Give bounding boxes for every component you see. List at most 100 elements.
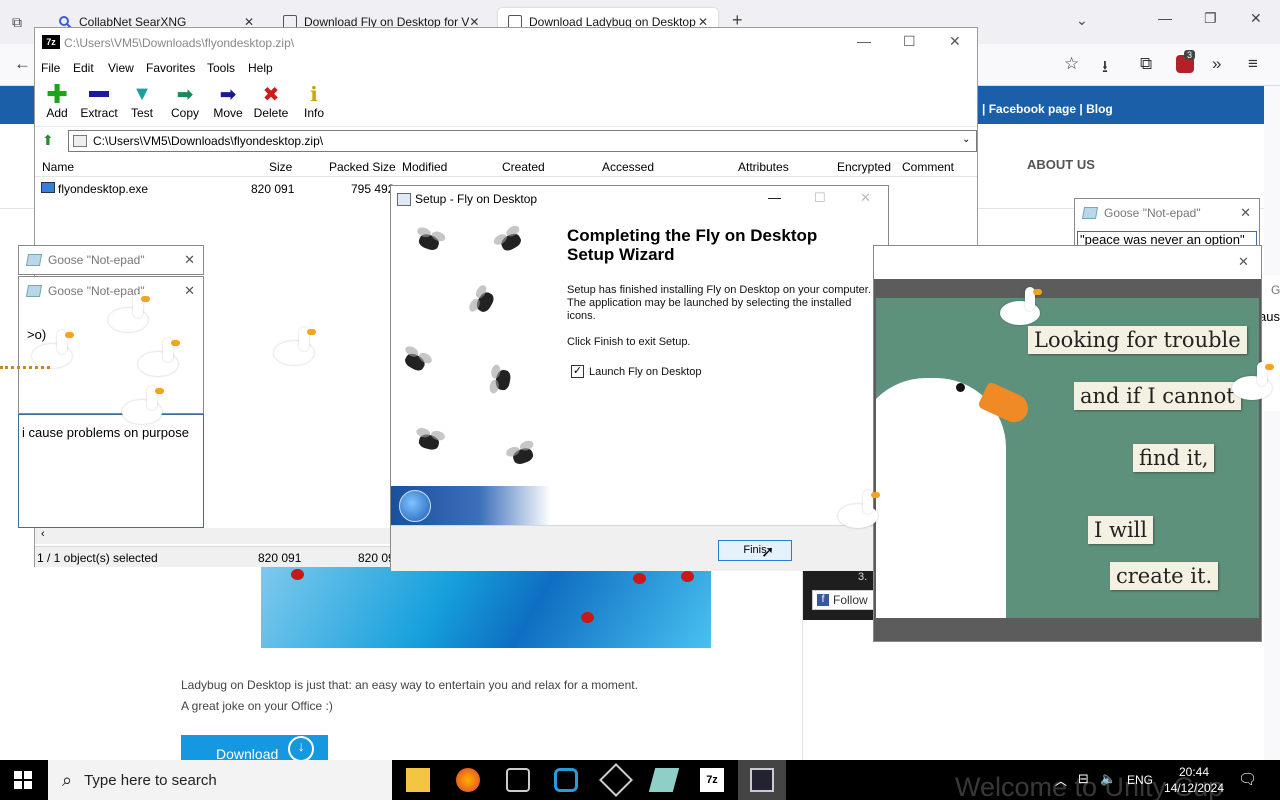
page-scrollbar[interactable] xyxy=(1264,86,1280,760)
goose-sprite[interactable] xyxy=(108,292,154,334)
col-packed-size[interactable]: Packed Size xyxy=(329,160,396,174)
title-bar[interactable]: Setup - Fly on Desktop — ☐ ✕ xyxy=(391,186,888,212)
window-title: C:\Users\VM5\Downloads\flyondesktop.zip\ xyxy=(64,36,295,50)
download-icon[interactable]: ⭳ xyxy=(1102,54,1108,83)
tab-list-icon[interactable]: ⧉ xyxy=(12,14,22,31)
tab-overflow-icon[interactable]: ⌄ xyxy=(1076,12,1088,29)
goose-sprite[interactable] xyxy=(138,336,184,378)
meme-line: Looking for trouble xyxy=(1028,326,1247,354)
extensions-icon[interactable]: ⧉ xyxy=(1140,54,1152,74)
col-attributes[interactable]: Attributes xyxy=(738,160,789,174)
file-packed-size: 795 492 xyxy=(351,182,395,196)
file-explorer-icon[interactable] xyxy=(406,768,430,792)
goose-sprite[interactable] xyxy=(1232,360,1278,402)
fly-icon xyxy=(498,230,524,254)
move-button[interactable]: ➡ Move xyxy=(206,82,250,121)
col-created[interactable]: Created xyxy=(502,160,545,174)
notepad-app-icon[interactable] xyxy=(648,768,680,792)
firefox-icon[interactable] xyxy=(456,768,480,792)
col-accessed[interactable]: Accessed xyxy=(602,160,654,174)
meme-line: and if I cannot xyxy=(1074,382,1241,410)
ladybug-icon xyxy=(633,573,646,584)
close-button[interactable]: ✕ xyxy=(1238,254,1249,270)
taskbar-search-box[interactable]: ⌕ Type here to search xyxy=(48,760,392,800)
info-button[interactable]: ℹ Info xyxy=(292,82,336,121)
col-modified[interactable]: Modified xyxy=(402,160,447,174)
title-bar[interactable]: ✕ xyxy=(874,246,1261,279)
description-text: Ladybug on Desktop is just that: an easy… xyxy=(181,678,638,692)
notification-icon[interactable]: 🗨 xyxy=(1238,770,1257,788)
copy-button[interactable]: ➡ Copy xyxy=(163,82,207,121)
minimize-button[interactable]: — xyxy=(1158,10,1172,26)
menu-file[interactable]: File xyxy=(41,61,60,75)
extract-icon xyxy=(77,82,121,106)
menu-help[interactable]: Help xyxy=(248,61,273,75)
bookmark-star-icon[interactable]: ☆ xyxy=(1064,54,1079,74)
minimize-button[interactable]: — xyxy=(857,33,871,49)
meme-line: find it, xyxy=(1133,444,1215,472)
title-bar[interactable]: Goose "Not-epad" ✕ xyxy=(19,246,203,274)
menu-view[interactable]: View xyxy=(108,61,134,75)
back-icon[interactable]: ← xyxy=(14,54,31,74)
goose-notepad-window: Goose "Not-epad" ✕ "peace was never an o… xyxy=(1074,198,1260,248)
header-links[interactable]: | Facebook page | Blog xyxy=(982,102,1113,116)
app-icon[interactable] xyxy=(554,768,578,792)
close-button[interactable]: ✕ xyxy=(1250,10,1262,27)
col-comment[interactable]: Comment xyxy=(902,160,954,174)
app-icon[interactable] xyxy=(599,763,633,797)
chevron-down-icon[interactable]: ⌄ xyxy=(962,134,970,145)
download-button[interactable]: Download ↓ xyxy=(181,735,328,762)
launch-label: Launch Fly on Desktop xyxy=(589,366,702,378)
delete-button[interactable]: ✖ Delete xyxy=(249,82,293,121)
installer-taskbar-icon[interactable] xyxy=(750,768,774,792)
add-button[interactable]: ✚ Add xyxy=(35,79,79,121)
menu-edit[interactable]: Edit xyxy=(73,61,94,75)
notepad-text-area[interactable]: i cause problems on purpose xyxy=(18,414,204,528)
launch-checkbox[interactable]: ✓ xyxy=(571,365,584,378)
col-name[interactable]: Name xyxy=(42,160,74,174)
meme-window: ✕ Looking for trouble and if I cannot fi… xyxy=(873,245,1262,642)
ladybug-icon xyxy=(681,571,694,582)
info-icon: ℹ xyxy=(310,83,318,106)
hero-image xyxy=(261,567,711,648)
goose-eye xyxy=(956,383,965,392)
exe-file-icon xyxy=(41,182,55,193)
maximize-button[interactable]: ☐ xyxy=(903,33,916,50)
goose-sprite[interactable] xyxy=(838,488,884,530)
close-button[interactable]: ✕ xyxy=(184,283,195,299)
goose-sprite[interactable] xyxy=(1000,285,1046,327)
app-icon[interactable] xyxy=(506,768,530,792)
minimize-button[interactable]: — xyxy=(768,190,781,205)
toolbar-label: Add xyxy=(46,106,68,120)
zip-file-icon xyxy=(73,135,87,147)
up-folder-icon[interactable]: ⬆ xyxy=(42,132,54,149)
toolbar: ✚ Add Extract ▼ Test ➡ Copy ➡ Move ✖ Del… xyxy=(35,78,977,127)
notepad-text[interactable]: i cause problems on purpose xyxy=(22,425,189,440)
sevenzip-taskbar-icon[interactable]: 7z xyxy=(700,768,724,792)
extract-button[interactable]: Extract xyxy=(77,82,121,120)
col-size[interactable]: Size xyxy=(269,160,292,174)
close-button[interactable]: ✕ xyxy=(1240,205,1251,221)
test-button[interactable]: ▼ Test xyxy=(120,82,164,121)
nav-about-us[interactable]: ABOUT US xyxy=(1027,157,1095,172)
menu-tools[interactable]: Tools xyxy=(207,61,235,75)
goose-sprite[interactable] xyxy=(274,325,320,367)
address-value: C:\Users\VM5\Downloads\flyondesktop.zip\ xyxy=(93,134,324,148)
goose-sprite[interactable] xyxy=(122,384,168,426)
close-button[interactable]: ✕ xyxy=(184,252,195,268)
windows-start-icon[interactable] xyxy=(14,771,32,789)
address-input[interactable]: C:\Users\VM5\Downloads\flyondesktop.zip\… xyxy=(68,130,977,152)
menu-favorites[interactable]: Favorites xyxy=(146,61,195,75)
col-encrypted[interactable]: Encrypted xyxy=(837,160,891,174)
fb-follow-button[interactable]: f Follow xyxy=(812,590,874,610)
title-bar[interactable]: Goose "Not-epad" ✕ xyxy=(1075,199,1259,227)
restore-button[interactable]: ❐ xyxy=(1204,10,1217,27)
system-clock[interactable]: 20:44 14/12/2024 xyxy=(1158,764,1230,796)
overflow-menu-icon[interactable]: » xyxy=(1212,54,1221,74)
goose-sprite[interactable] xyxy=(32,328,78,370)
close-button[interactable]: ✕ xyxy=(949,33,961,50)
title-bar[interactable]: 7z C:\Users\VM5\Downloads\flyondesktop.z… xyxy=(35,28,977,58)
hamburger-menu-icon[interactable]: ≡ xyxy=(1248,54,1258,74)
finish-button[interactable]: Finis xyxy=(718,540,792,561)
scroll-left-icon[interactable]: ‹ xyxy=(41,528,45,540)
